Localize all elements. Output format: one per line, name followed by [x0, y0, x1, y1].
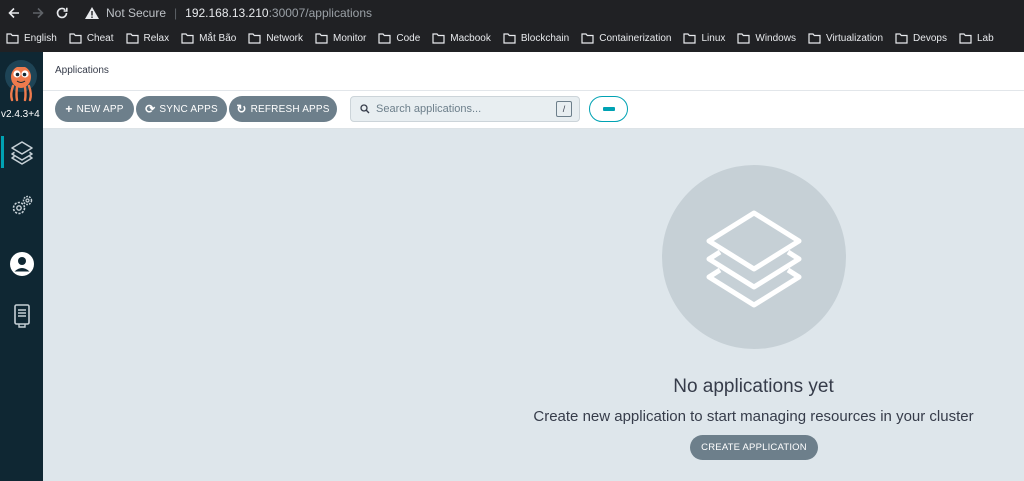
sync-apps-label: SYNC APPS — [159, 103, 218, 115]
folder-icon — [895, 33, 908, 44]
bookmark-label: Cheat — [86, 33, 114, 44]
folder-icon — [6, 33, 19, 44]
folder-icon — [808, 33, 821, 44]
layers-icon — [706, 210, 802, 308]
bookmark-folder[interactable]: Virtualization — [808, 33, 883, 44]
bookmark-folder[interactable]: Mắt Bão — [181, 33, 236, 44]
url-path: :30007/applications — [268, 5, 372, 20]
bookmark-folder[interactable]: Macbook — [432, 33, 491, 44]
bookmark-label: English — [24, 33, 57, 44]
folder-icon — [683, 33, 697, 44]
folder-icon — [737, 33, 750, 44]
applications-list-area: No applications yet Create new applicati… — [43, 129, 1024, 481]
folder-icon — [581, 33, 594, 44]
bookmark-folder[interactable]: Code — [378, 33, 420, 44]
bookmark-label: Linux — [701, 33, 726, 44]
search-shortcut-hint: / — [556, 101, 572, 117]
bookmark-label: Windows — [755, 33, 796, 44]
sidebar: v2.4.3+4 — [0, 52, 43, 481]
bookmark-folder[interactable]: Containerization — [581, 33, 671, 44]
gears-icon — [12, 195, 32, 215]
version-label: v2.4.3+4 — [1, 109, 40, 120]
bookmark-label: Code — [396, 33, 421, 44]
bookmark-folder[interactable]: Monitor — [315, 33, 366, 44]
bookmark-label: Containerization — [599, 33, 672, 44]
bookmark-label: Devops — [913, 33, 947, 44]
bookmark-folder[interactable]: Relax — [125, 33, 170, 44]
page-title: Applications — [55, 65, 109, 76]
search-box[interactable]: / — [350, 96, 580, 122]
view-toggle-button[interactable] — [589, 96, 628, 122]
folder-icon — [503, 33, 516, 44]
sidebar-item-settings[interactable] — [0, 186, 43, 226]
bookmark-label: Relax — [143, 33, 170, 44]
folder-icon — [378, 33, 391, 44]
argo-logo[interactable] — [3, 60, 39, 106]
back-icon[interactable] — [4, 3, 24, 23]
folder-icon — [69, 33, 82, 44]
new-app-button[interactable]: + NEW APP — [55, 96, 134, 122]
folder-icon — [959, 33, 972, 44]
layers-icon — [10, 141, 33, 165]
bookmark-folder[interactable]: Linux — [683, 33, 725, 44]
refresh-apps-label: REFRESH APPS — [250, 103, 330, 115]
bookmark-label: Monitor — [333, 33, 367, 44]
bookmark-label: Virtualization — [825, 33, 884, 44]
bookmark-folder[interactable]: Devops — [895, 33, 947, 44]
bookmark-label: Mắt Bão — [199, 33, 237, 44]
bookmark-folder[interactable]: Network — [248, 33, 303, 44]
folder-icon — [432, 33, 445, 44]
bookmark-folder[interactable]: Lab — [959, 33, 994, 44]
sidebar-item-user-info[interactable] — [0, 244, 43, 284]
bookmarks-bar: English Cheat Relax Mắt Bão Network Moni… — [0, 25, 1024, 52]
bookmark-label: Macbook — [450, 33, 491, 44]
url-separator: | — [174, 5, 178, 20]
reload-icon[interactable] — [52, 3, 72, 23]
empty-state-subtitle: Create new application to start managing… — [533, 408, 974, 425]
toolbar: +NEW APP ⟳SYNC APPS ↻REFRESH APPS / — [43, 91, 1024, 129]
bookmark-label: Network — [266, 33, 304, 44]
folder-icon — [315, 33, 328, 44]
address-bar[interactable]: Not Secure | 192.168.13.210:30007/applic… — [84, 3, 372, 23]
bookmark-folder[interactable]: Windows — [737, 33, 796, 44]
folder-icon — [125, 33, 139, 44]
folder-icon — [248, 33, 261, 44]
refresh-icon: ↻ — [236, 102, 247, 116]
page-header: Applications — [43, 52, 1024, 91]
sidebar-item-applications[interactable] — [0, 132, 43, 172]
bookmark-folder[interactable]: English — [6, 33, 57, 44]
empty-state-title: No applications yet — [673, 376, 834, 397]
bookmark-label: Lab — [976, 33, 994, 44]
user-icon — [9, 252, 34, 276]
sidebar-item-docs[interactable] — [0, 295, 43, 335]
warning-icon — [85, 6, 99, 19]
plus-icon: + — [65, 102, 73, 116]
docs-icon — [13, 304, 30, 328]
sync-icon: ⟳ — [145, 102, 156, 116]
bookmark-folder[interactable]: Cheat — [69, 33, 114, 44]
folder-icon — [181, 33, 194, 44]
sync-apps-button[interactable]: ⟳ SYNC APPS — [136, 96, 227, 122]
refresh-apps-button[interactable]: ↻ REFRESH APPS — [229, 96, 337, 122]
empty-state-illustration — [662, 165, 846, 349]
bookmark-folder[interactable]: Blockchain — [503, 33, 569, 44]
forward-icon[interactable] — [28, 3, 48, 23]
not-secure-label: Not Secure — [106, 5, 167, 20]
new-app-label: NEW APP — [76, 103, 124, 115]
search-icon — [360, 104, 370, 114]
url-host: 192.168.13.210 — [185, 5, 269, 20]
minus-icon — [602, 107, 615, 111]
bookmark-label: Blockchain — [520, 33, 570, 44]
create-application-button[interactable]: CREATE APPLICATION — [690, 435, 818, 460]
search-input[interactable] — [376, 103, 556, 115]
browser-toolbar: Not Secure | 192.168.13.210:30007/applic… — [0, 0, 1024, 25]
